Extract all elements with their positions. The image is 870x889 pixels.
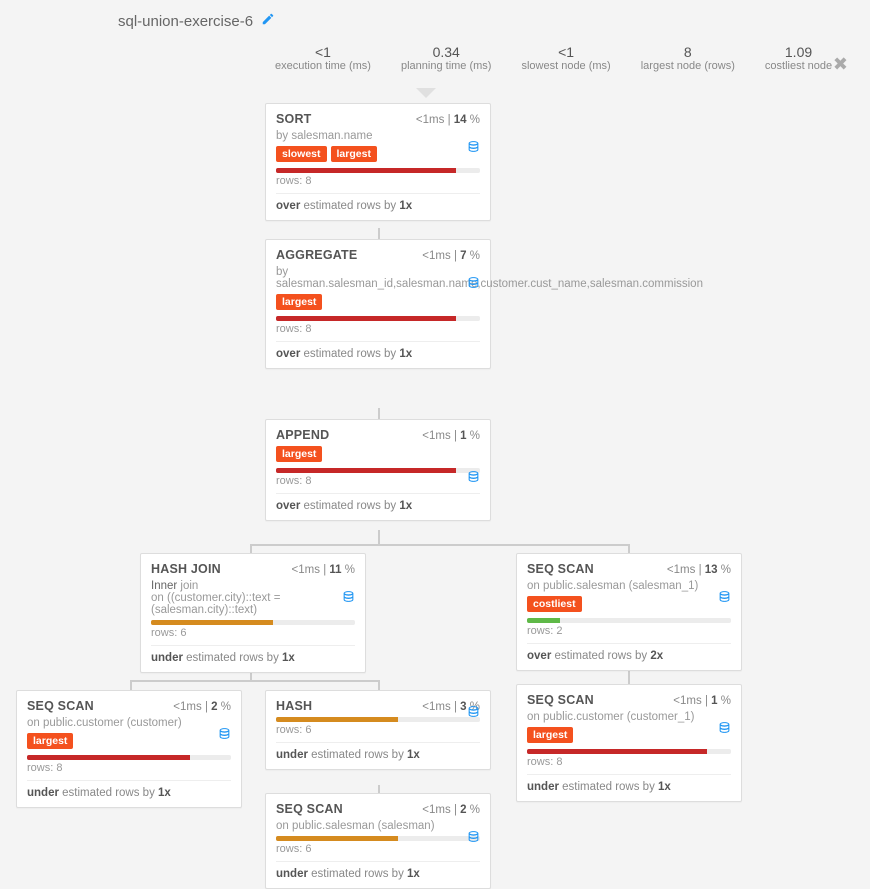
progress-bar bbox=[527, 749, 731, 754]
database-icon[interactable] bbox=[718, 590, 731, 606]
node-title: APPEND bbox=[276, 428, 329, 442]
connector bbox=[130, 680, 380, 682]
page-title-bar: sql-union-exercise-6 bbox=[118, 12, 275, 30]
estimate-text: over estimated rows by 1x bbox=[276, 200, 480, 212]
estimate-text: over estimated rows by 1x bbox=[276, 348, 480, 360]
rows-text: rows: 8 bbox=[276, 475, 480, 487]
stat-exec-time: <1 execution time (ms) bbox=[275, 44, 371, 72]
progress-bar bbox=[276, 168, 480, 173]
stat-costliest-node: 1.09 costliest node bbox=[765, 44, 832, 72]
stats-pointer bbox=[416, 88, 436, 98]
connector bbox=[250, 544, 630, 546]
plan-node-hash[interactable]: HASH <1ms | 3 % rows: 6 under estimated … bbox=[265, 690, 491, 770]
plan-node-sort[interactable]: SORT <1ms | 14 % by salesman.name slowes… bbox=[265, 103, 491, 221]
node-title: SEQ SCAN bbox=[527, 562, 594, 576]
node-title: AGGREGATE bbox=[276, 248, 357, 262]
plan-title: sql-union-exercise-6 bbox=[118, 13, 253, 30]
node-sub: by salesman.name bbox=[276, 130, 480, 142]
rows-text: rows: 8 bbox=[276, 323, 480, 335]
node-sub: on public.customer (customer_1) bbox=[527, 711, 731, 723]
plan-node-aggregate[interactable]: AGGREGATE <1ms | 7 % by salesman.salesma… bbox=[265, 239, 491, 369]
close-icon[interactable]: ✖ bbox=[833, 54, 848, 75]
node-title: SEQ SCAN bbox=[276, 802, 343, 816]
rows-text: rows: 8 bbox=[27, 762, 231, 774]
node-title: SORT bbox=[276, 112, 312, 126]
database-icon[interactable] bbox=[218, 727, 231, 743]
database-icon[interactable] bbox=[718, 721, 731, 737]
node-title: HASH JOIN bbox=[151, 562, 221, 576]
stat-largest-node: 8 largest node (rows) bbox=[641, 44, 735, 72]
database-icon[interactable] bbox=[467, 140, 480, 156]
badge-largest: largest bbox=[276, 294, 322, 310]
database-icon[interactable] bbox=[467, 470, 480, 486]
estimate-text: under estimated rows by 1x bbox=[27, 787, 231, 799]
rows-text: rows: 6 bbox=[276, 843, 480, 855]
rows-text: rows: 6 bbox=[276, 724, 480, 736]
node-title: HASH bbox=[276, 699, 312, 713]
node-sub: on public.salesman (salesman_1) bbox=[527, 580, 731, 592]
progress-bar bbox=[276, 316, 480, 321]
node-metrics: <1ms | 14 % bbox=[416, 114, 480, 126]
node-sub: on public.customer (customer) bbox=[27, 717, 231, 729]
node-metrics: <1ms | 2 % bbox=[422, 804, 480, 816]
database-icon[interactable] bbox=[342, 590, 355, 606]
progress-bar bbox=[527, 618, 731, 623]
plan-node-hash-join[interactable]: HASH JOIN <1ms | 11 % Inner joinon ((cus… bbox=[140, 553, 366, 673]
node-metrics: <1ms | 1 % bbox=[673, 695, 731, 707]
pencil-icon[interactable] bbox=[261, 12, 275, 30]
badge-largest: largest bbox=[27, 733, 73, 749]
database-icon[interactable] bbox=[467, 276, 480, 292]
stats-row: <1 execution time (ms) 0.34 planning tim… bbox=[275, 44, 832, 72]
node-metrics: <1ms | 7 % bbox=[422, 250, 480, 262]
rows-text: rows: 6 bbox=[151, 627, 355, 639]
node-sub: on public.salesman (salesman) bbox=[276, 820, 480, 832]
estimate-text: over estimated rows by 1x bbox=[276, 500, 480, 512]
badge-slowest: slowest bbox=[276, 146, 327, 162]
progress-bar bbox=[27, 755, 231, 760]
database-icon[interactable] bbox=[467, 830, 480, 846]
estimate-text: under estimated rows by 1x bbox=[151, 652, 355, 664]
rows-text: rows: 8 bbox=[527, 756, 731, 768]
node-sub: Inner joinon ((customer.city)::text = (s… bbox=[151, 580, 355, 616]
plan-node-seq-scan-customer[interactable]: SEQ SCAN <1ms | 2 % on public.customer (… bbox=[16, 690, 242, 808]
connector bbox=[378, 530, 380, 544]
estimate-text: under estimated rows by 1x bbox=[276, 749, 480, 761]
node-metrics: <1ms | 1 % bbox=[422, 430, 480, 442]
progress-bar bbox=[276, 468, 480, 473]
progress-bar bbox=[276, 836, 480, 841]
badge-largest: largest bbox=[331, 146, 377, 162]
rows-text: rows: 2 bbox=[527, 625, 731, 637]
node-metrics: <1ms | 13 % bbox=[667, 564, 731, 576]
plan-node-seq-scan-customer1[interactable]: SEQ SCAN <1ms | 1 % on public.customer (… bbox=[516, 684, 742, 802]
estimate-text: under estimated rows by 1x bbox=[276, 868, 480, 880]
node-title: SEQ SCAN bbox=[27, 699, 94, 713]
estimate-text: under estimated rows by 1x bbox=[527, 781, 731, 793]
badge-largest: largest bbox=[527, 727, 573, 743]
node-metrics: <1ms | 11 % bbox=[292, 564, 355, 576]
node-sub: by salesman.salesman_id,salesman.name,cu… bbox=[276, 266, 480, 290]
node-metrics: <1ms | 2 % bbox=[173, 701, 231, 713]
connector bbox=[628, 670, 630, 684]
plan-node-seq-scan-salesman1[interactable]: SEQ SCAN <1ms | 13 % on public.salesman … bbox=[516, 553, 742, 671]
badge-costliest: costliest bbox=[527, 596, 582, 612]
plan-node-append[interactable]: APPEND <1ms | 1 % largest rows: 8 over e… bbox=[265, 419, 491, 521]
database-icon[interactable] bbox=[467, 705, 480, 721]
estimate-text: over estimated rows by 2x bbox=[527, 650, 731, 662]
stat-plan-time: 0.34 planning time (ms) bbox=[401, 44, 491, 72]
rows-text: rows: 8 bbox=[276, 175, 480, 187]
node-title: SEQ SCAN bbox=[527, 693, 594, 707]
badge-largest: largest bbox=[276, 446, 322, 462]
progress-bar bbox=[276, 717, 480, 722]
progress-bar bbox=[151, 620, 355, 625]
plan-node-seq-scan-salesman[interactable]: SEQ SCAN <1ms | 2 % on public.salesman (… bbox=[265, 793, 491, 889]
stat-slowest-node: <1 slowest node (ms) bbox=[521, 44, 610, 72]
